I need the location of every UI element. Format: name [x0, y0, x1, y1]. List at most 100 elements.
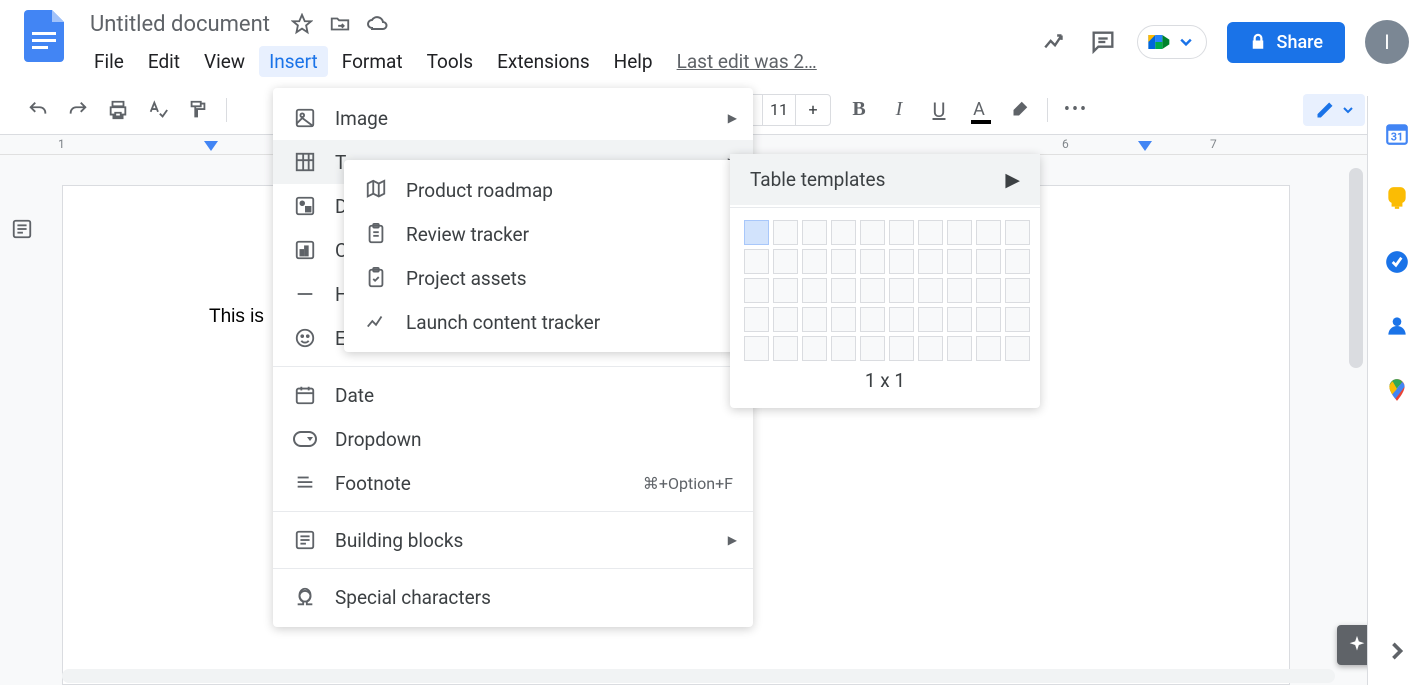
table-grid-cell[interactable]: [860, 336, 885, 361]
insert-menu-item-date[interactable]: Date: [273, 373, 753, 417]
print-button[interactable]: [100, 92, 136, 128]
editing-mode-button[interactable]: [1303, 94, 1365, 126]
analytics-icon[interactable]: [1041, 28, 1069, 56]
calendar-addon-icon[interactable]: 31: [1383, 120, 1411, 148]
insert-menu-item-footnote[interactable]: Footnote⌘+Option+F: [273, 461, 753, 505]
table-grid-cell[interactable]: [802, 336, 827, 361]
table-grid-cell[interactable]: [773, 278, 798, 303]
menu-format[interactable]: Format: [332, 46, 413, 77]
table-grid-cell[interactable]: [802, 307, 827, 332]
doc-title[interactable]: Untitled document: [84, 10, 276, 39]
table-grid-cell[interactable]: [831, 278, 856, 303]
table-template-assets[interactable]: Project assets: [344, 256, 754, 300]
horizontal-scrollbar[interactable]: [62, 669, 1335, 683]
table-grid-cell[interactable]: [918, 220, 943, 245]
table-grid-cell[interactable]: [976, 307, 1001, 332]
table-grid-cell[interactable]: [889, 220, 914, 245]
table-grid-cell[interactable]: [860, 307, 885, 332]
table-grid-cell[interactable]: [976, 249, 1001, 274]
star-icon[interactable]: [290, 12, 314, 36]
cloud-status-icon[interactable]: [366, 12, 390, 36]
table-templates-header[interactable]: Table templates ▶: [730, 154, 1040, 205]
menu-insert[interactable]: Insert: [259, 46, 328, 77]
outline-toggle-button[interactable]: [8, 215, 36, 243]
insert-menu-item-special[interactable]: Special characters: [273, 575, 753, 619]
table-grid-cell[interactable]: [1005, 278, 1030, 303]
comments-icon[interactable]: [1089, 28, 1117, 56]
menu-extensions[interactable]: Extensions: [487, 46, 600, 77]
insert-menu-item-image[interactable]: Image▶: [273, 96, 753, 140]
table-grid-cell[interactable]: [889, 278, 914, 303]
tasks-addon-icon[interactable]: [1383, 248, 1411, 276]
menu-tools[interactable]: Tools: [417, 46, 484, 77]
table-grid-cell[interactable]: [773, 307, 798, 332]
table-grid-cell[interactable]: [773, 249, 798, 274]
table-grid-cell[interactable]: [889, 307, 914, 332]
table-grid-cell[interactable]: [773, 220, 798, 245]
move-icon[interactable]: [328, 12, 352, 36]
table-grid-cell[interactable]: [744, 336, 769, 361]
underline-button[interactable]: U: [921, 92, 957, 128]
table-grid-cell[interactable]: [860, 249, 885, 274]
table-grid-cell[interactable]: [947, 249, 972, 274]
meet-button[interactable]: [1137, 25, 1207, 59]
table-grid-cell[interactable]: [831, 220, 856, 245]
table-grid-cell[interactable]: [744, 307, 769, 332]
side-panel-expand-button[interactable]: [1383, 637, 1411, 665]
more-tools-button[interactable]: •••: [1058, 92, 1094, 128]
table-grid-cell[interactable]: [947, 307, 972, 332]
table-template-launch[interactable]: Launch content tracker: [344, 300, 754, 344]
table-grid-cell[interactable]: [802, 249, 827, 274]
table-grid-cell[interactable]: [976, 336, 1001, 361]
table-grid-cell[interactable]: [976, 278, 1001, 303]
table-grid-cell[interactable]: [947, 336, 972, 361]
docs-logo-icon[interactable]: [16, 8, 72, 64]
menu-file[interactable]: File: [84, 46, 134, 77]
insert-menu-item-blocks[interactable]: Building blocks▶: [273, 518, 753, 562]
bold-button[interactable]: B: [841, 92, 877, 128]
table-grid-cell[interactable]: [918, 249, 943, 274]
table-template-roadmap[interactable]: Product roadmap: [344, 168, 754, 212]
table-grid-cell[interactable]: [744, 220, 769, 245]
table-grid-cell[interactable]: [1005, 220, 1030, 245]
table-grid-cell[interactable]: [947, 220, 972, 245]
table-grid-cell[interactable]: [918, 336, 943, 361]
table-grid-cell[interactable]: [947, 278, 972, 303]
table-grid-cell[interactable]: [1005, 249, 1030, 274]
table-grid-cell[interactable]: [744, 278, 769, 303]
table-template-review[interactable]: Review tracker: [344, 212, 754, 256]
table-grid-cell[interactable]: [1005, 336, 1030, 361]
menu-help[interactable]: Help: [604, 46, 663, 77]
menu-edit[interactable]: Edit: [138, 46, 190, 77]
contacts-addon-icon[interactable]: [1383, 312, 1411, 340]
font-size-value[interactable]: 11: [762, 95, 796, 125]
font-size-increase[interactable]: +: [796, 95, 830, 125]
table-grid-cell[interactable]: [889, 336, 914, 361]
table-grid-cell[interactable]: [1005, 307, 1030, 332]
share-button[interactable]: Share: [1227, 22, 1345, 63]
paint-format-button[interactable]: [180, 92, 216, 128]
table-grid-cell[interactable]: [831, 336, 856, 361]
last-edit-link[interactable]: Last edit was 2…: [667, 46, 827, 77]
menu-view[interactable]: View: [194, 46, 255, 77]
table-grid-cell[interactable]: [976, 220, 1001, 245]
table-grid-cell[interactable]: [744, 249, 769, 274]
maps-addon-icon[interactable]: [1383, 376, 1411, 404]
table-grid-cell[interactable]: [918, 307, 943, 332]
spellcheck-button[interactable]: [140, 92, 176, 128]
table-grid-cell[interactable]: [802, 220, 827, 245]
table-grid-cell[interactable]: [889, 249, 914, 274]
redo-button[interactable]: [60, 92, 96, 128]
table-grid-cell[interactable]: [918, 278, 943, 303]
table-size-grid[interactable]: [744, 220, 1026, 361]
undo-button[interactable]: [20, 92, 56, 128]
account-avatar[interactable]: I: [1365, 20, 1409, 64]
text-color-button[interactable]: A: [961, 92, 997, 128]
table-grid-cell[interactable]: [860, 220, 885, 245]
insert-menu-item-dropdown[interactable]: Dropdown: [273, 417, 753, 461]
table-grid-cell[interactable]: [802, 278, 827, 303]
table-grid-cell[interactable]: [831, 249, 856, 274]
table-grid-cell[interactable]: [773, 336, 798, 361]
highlight-button[interactable]: [1001, 92, 1037, 128]
italic-button[interactable]: I: [881, 92, 917, 128]
